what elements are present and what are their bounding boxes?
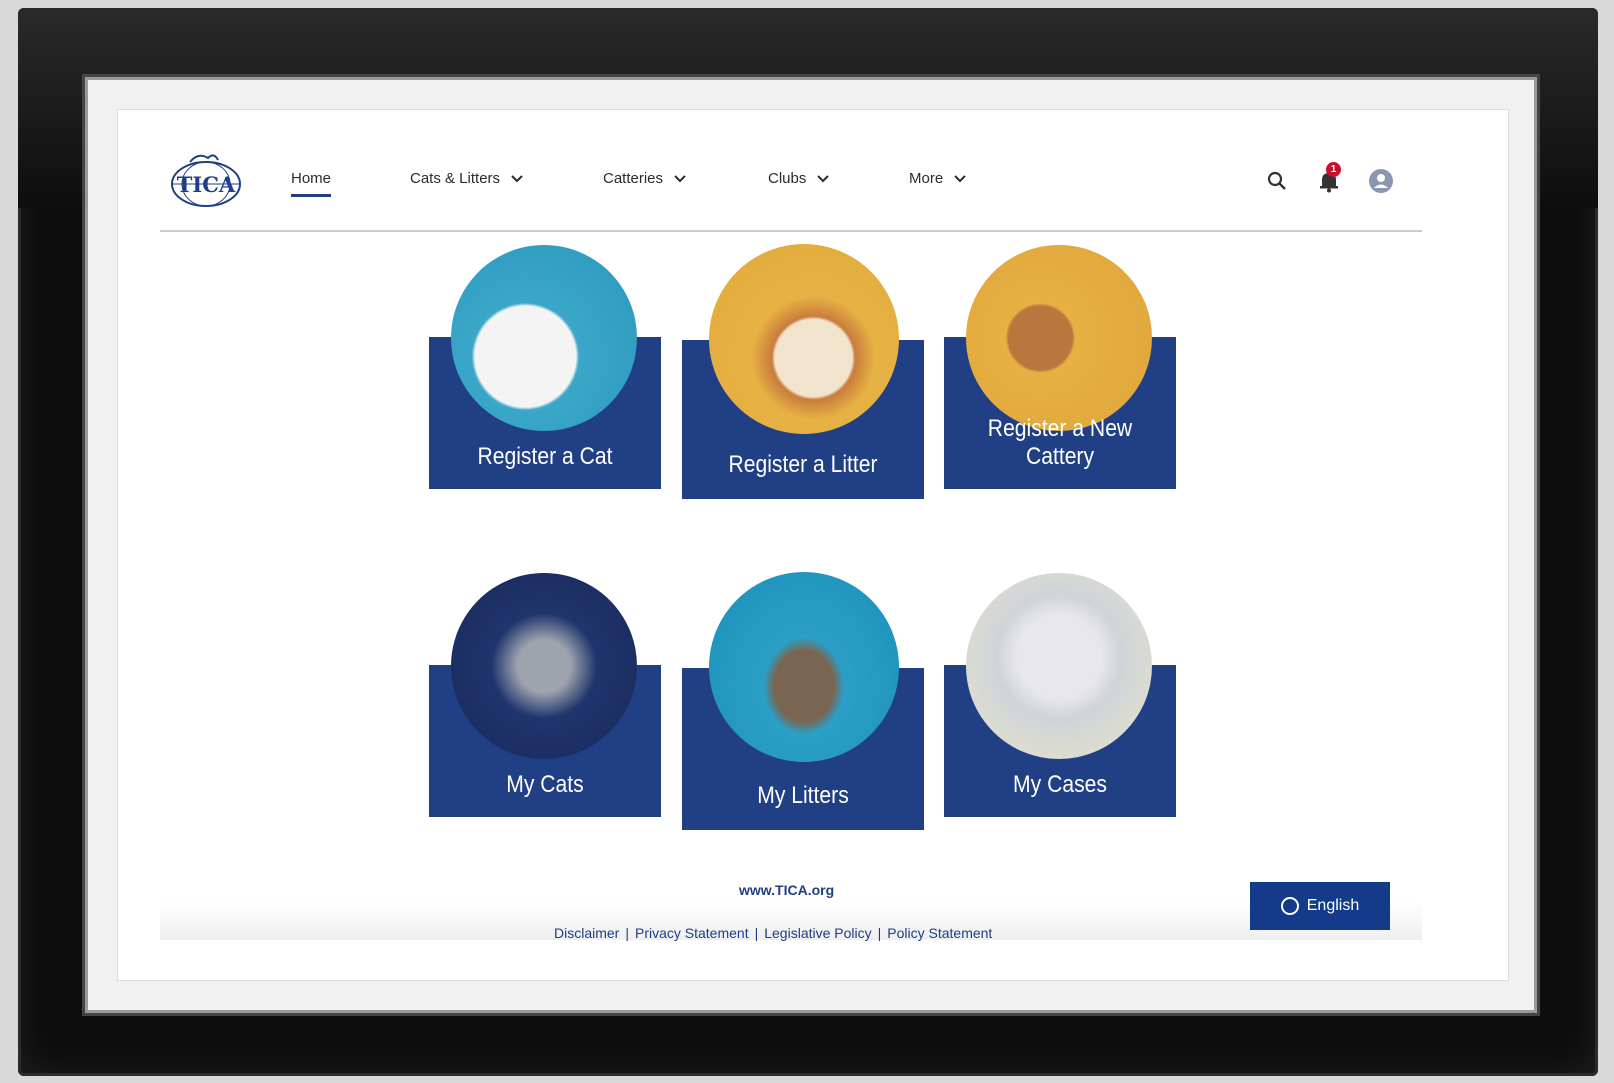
nav-home[interactable]: Home (291, 170, 332, 197)
register-cat-tile[interactable]: Register a Cat (429, 245, 661, 489)
top-header: TICA Home Cats & Litters Catteries Clubs… (160, 138, 1422, 232)
tile-label: My Cats (506, 771, 584, 798)
tile-label: Register a New Cattery (987, 415, 1133, 470)
my-litters-tile[interactable]: My Litters (682, 572, 924, 830)
chevron-down-icon (674, 174, 686, 182)
nav-catteries-label: Catteries (603, 170, 664, 187)
notifications-button[interactable]: 1 (1316, 162, 1342, 194)
nav-clubs-label: Clubs (768, 170, 807, 187)
language-label: English (1306, 897, 1360, 914)
app-screen: TICA Home Cats & Litters Catteries Clubs… (118, 110, 1508, 980)
tile-label: My Litters (757, 782, 849, 809)
footer-links: Disclaimer | Privacy Statement | Legislative… (554, 925, 993, 941)
nav-more[interactable]: More (909, 170, 967, 187)
tile-label: My Cases (1013, 771, 1107, 798)
search-icon[interactable] (1264, 168, 1290, 194)
nav-catteries[interactable]: Catteries (603, 170, 687, 187)
tile-label: Register a Cat (477, 443, 613, 470)
chevron-down-icon (511, 174, 523, 182)
legislative-policy-link[interactable]: Legislative Policy (764, 925, 871, 941)
tile-label: Register a Litter (728, 451, 878, 478)
policy-statement-link[interactable]: Policy Statement (887, 925, 992, 941)
chevron-down-icon (954, 174, 966, 182)
silver-cat-image (966, 573, 1152, 759)
language-button[interactable]: English (1250, 882, 1390, 930)
notification-badge: 1 (1326, 162, 1341, 177)
white-cat-image (451, 245, 637, 431)
disclaimer-link[interactable]: Disclaimer (554, 925, 619, 941)
register-cattery-tile[interactable]: Register a New Cattery (944, 245, 1176, 489)
privacy-statement-link[interactable]: Privacy Statement (635, 925, 749, 941)
tica-logo[interactable]: TICA (170, 150, 242, 212)
user-avatar-icon[interactable] (1368, 168, 1394, 194)
tabby-cat-image (966, 245, 1152, 431)
nav-clubs[interactable]: Clubs (768, 170, 830, 187)
nav-home-label: Home (291, 170, 332, 187)
register-litter-tile[interactable]: Register a Litter (682, 244, 924, 499)
my-cases-tile[interactable]: My Cases (944, 573, 1176, 817)
header-icons: 1 (1264, 162, 1394, 194)
calico-kitten-image (709, 244, 899, 434)
nav-cats-litters[interactable]: Cats & Litters (410, 170, 524, 187)
logo-text: TICA (177, 172, 236, 197)
nav-cats-litters-label: Cats & Litters (410, 170, 501, 187)
grey-cat-image (451, 573, 637, 759)
chevron-down-icon (817, 174, 830, 182)
globe-icon (1280, 897, 1299, 915)
site-link[interactable]: www.TICA.org (739, 882, 834, 898)
kittens-image (709, 572, 899, 762)
nav-more-label: More (909, 170, 944, 187)
my-cats-tile[interactable]: My Cats (429, 573, 661, 817)
